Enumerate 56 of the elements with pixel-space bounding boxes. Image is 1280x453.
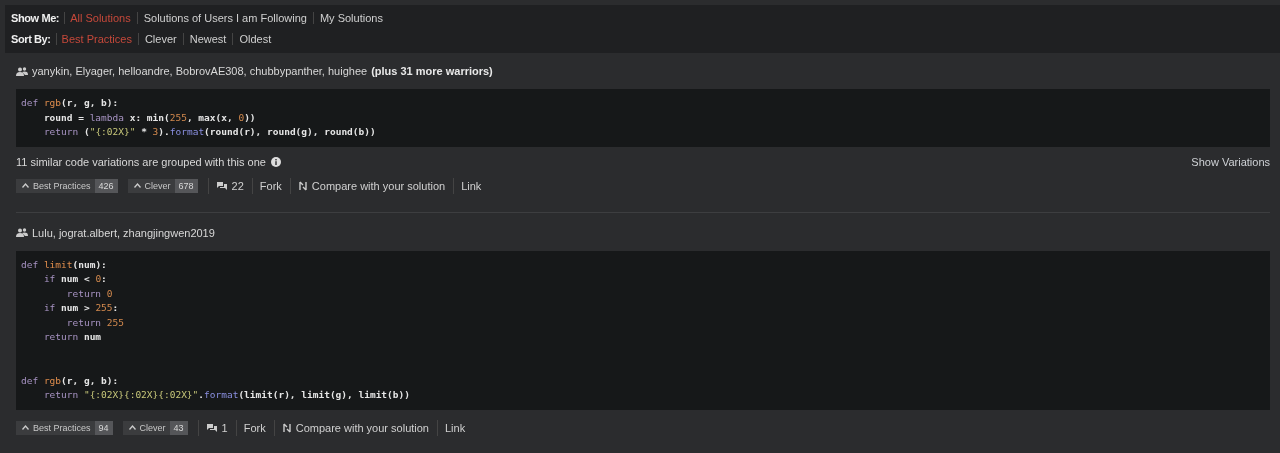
vote-count: 678	[174, 178, 198, 193]
comments-link[interactable]: 22	[215, 179, 244, 192]
filter-option[interactable]: Clever	[144, 32, 184, 45]
vote-count: 43	[169, 420, 188, 435]
filter-label: Sort By:	[11, 32, 57, 45]
vote-button[interactable]: Clever 678	[127, 178, 198, 193]
vote-button[interactable]: Best Practices 426	[16, 178, 118, 193]
comment-icon	[215, 180, 228, 191]
filter-option[interactable]: Solutions of Users I am Following	[143, 11, 314, 24]
code-line: round = lambda x: min(255, max(x, 0))	[43, 110, 257, 125]
action-link[interactable]: Fork	[243, 421, 266, 434]
users-icon	[16, 66, 28, 76]
filter-option[interactable]: My Solutions	[319, 11, 389, 24]
action-link[interactable]: Fork	[259, 179, 282, 192]
filter-option[interactable]: Best Practices	[61, 32, 139, 45]
vote-button[interactable]: Clever 43	[122, 420, 188, 435]
info-icon	[270, 156, 281, 167]
author-list: Lulu, jograt.albert, zhangjingwen2019	[32, 226, 215, 239]
vote-button[interactable]: Best Practices 94	[16, 420, 113, 435]
code-line: return ("{:02X}" * 3).format(round(r), round(g), round(b))	[43, 125, 377, 139]
vote-count: 426	[94, 178, 118, 193]
author-list: yanykin, Elyager, helloandre, BobrovAE308, chubbypanther, huighee	[32, 65, 368, 77]
code-line: if num < 0:	[43, 272, 108, 286]
filter-option[interactable]: Newest	[189, 32, 234, 45]
caret-up-icon	[22, 425, 29, 430]
code-line: def rgb(r, g, b):	[21, 373, 120, 388]
code-line: if num > 255:	[43, 301, 120, 315]
code-line: return 255	[66, 315, 125, 330]
filter-option[interactable]: Oldest	[239, 32, 278, 45]
code-line: return num	[43, 330, 103, 344]
users-icon	[16, 228, 28, 237]
code-line: def rgb(r, g, b):	[21, 96, 120, 110]
vote-label: Clever	[144, 180, 171, 191]
more-warriors: (plus 31 more warriors)	[371, 65, 493, 77]
code-line: def limit(num):	[21, 257, 108, 272]
caret-up-icon	[128, 425, 136, 430]
caret-up-icon	[22, 183, 29, 188]
action-link[interactable]: Link	[445, 421, 466, 434]
variations-note: 11 similar code variations are grouped with this one	[16, 155, 266, 168]
filter-option[interactable]: All Solutions	[70, 11, 138, 24]
action-link[interactable]: Link	[461, 179, 482, 192]
vote-label: Best Practices	[33, 422, 91, 433]
vote-count: 94	[94, 420, 113, 435]
filter-label: Show Me:	[11, 11, 66, 24]
comment-icon	[205, 422, 218, 433]
comments-link[interactable]: 1	[205, 421, 228, 434]
vote-label: Clever	[139, 422, 166, 433]
vote-label: Best Practices	[33, 180, 91, 191]
show-variations-link[interactable]: Show Variations	[1191, 155, 1270, 168]
caret-up-icon	[133, 183, 141, 188]
code-line: return 0	[66, 286, 114, 301]
comment-count: 22	[231, 179, 244, 192]
compare-icon	[281, 422, 292, 433]
comment-count: 1	[221, 421, 228, 434]
compare-icon	[297, 180, 308, 191]
code-line: return "{:02X}{:02X}{:02X}".format(limit(r), limit(g), limit(b))	[43, 388, 411, 402]
